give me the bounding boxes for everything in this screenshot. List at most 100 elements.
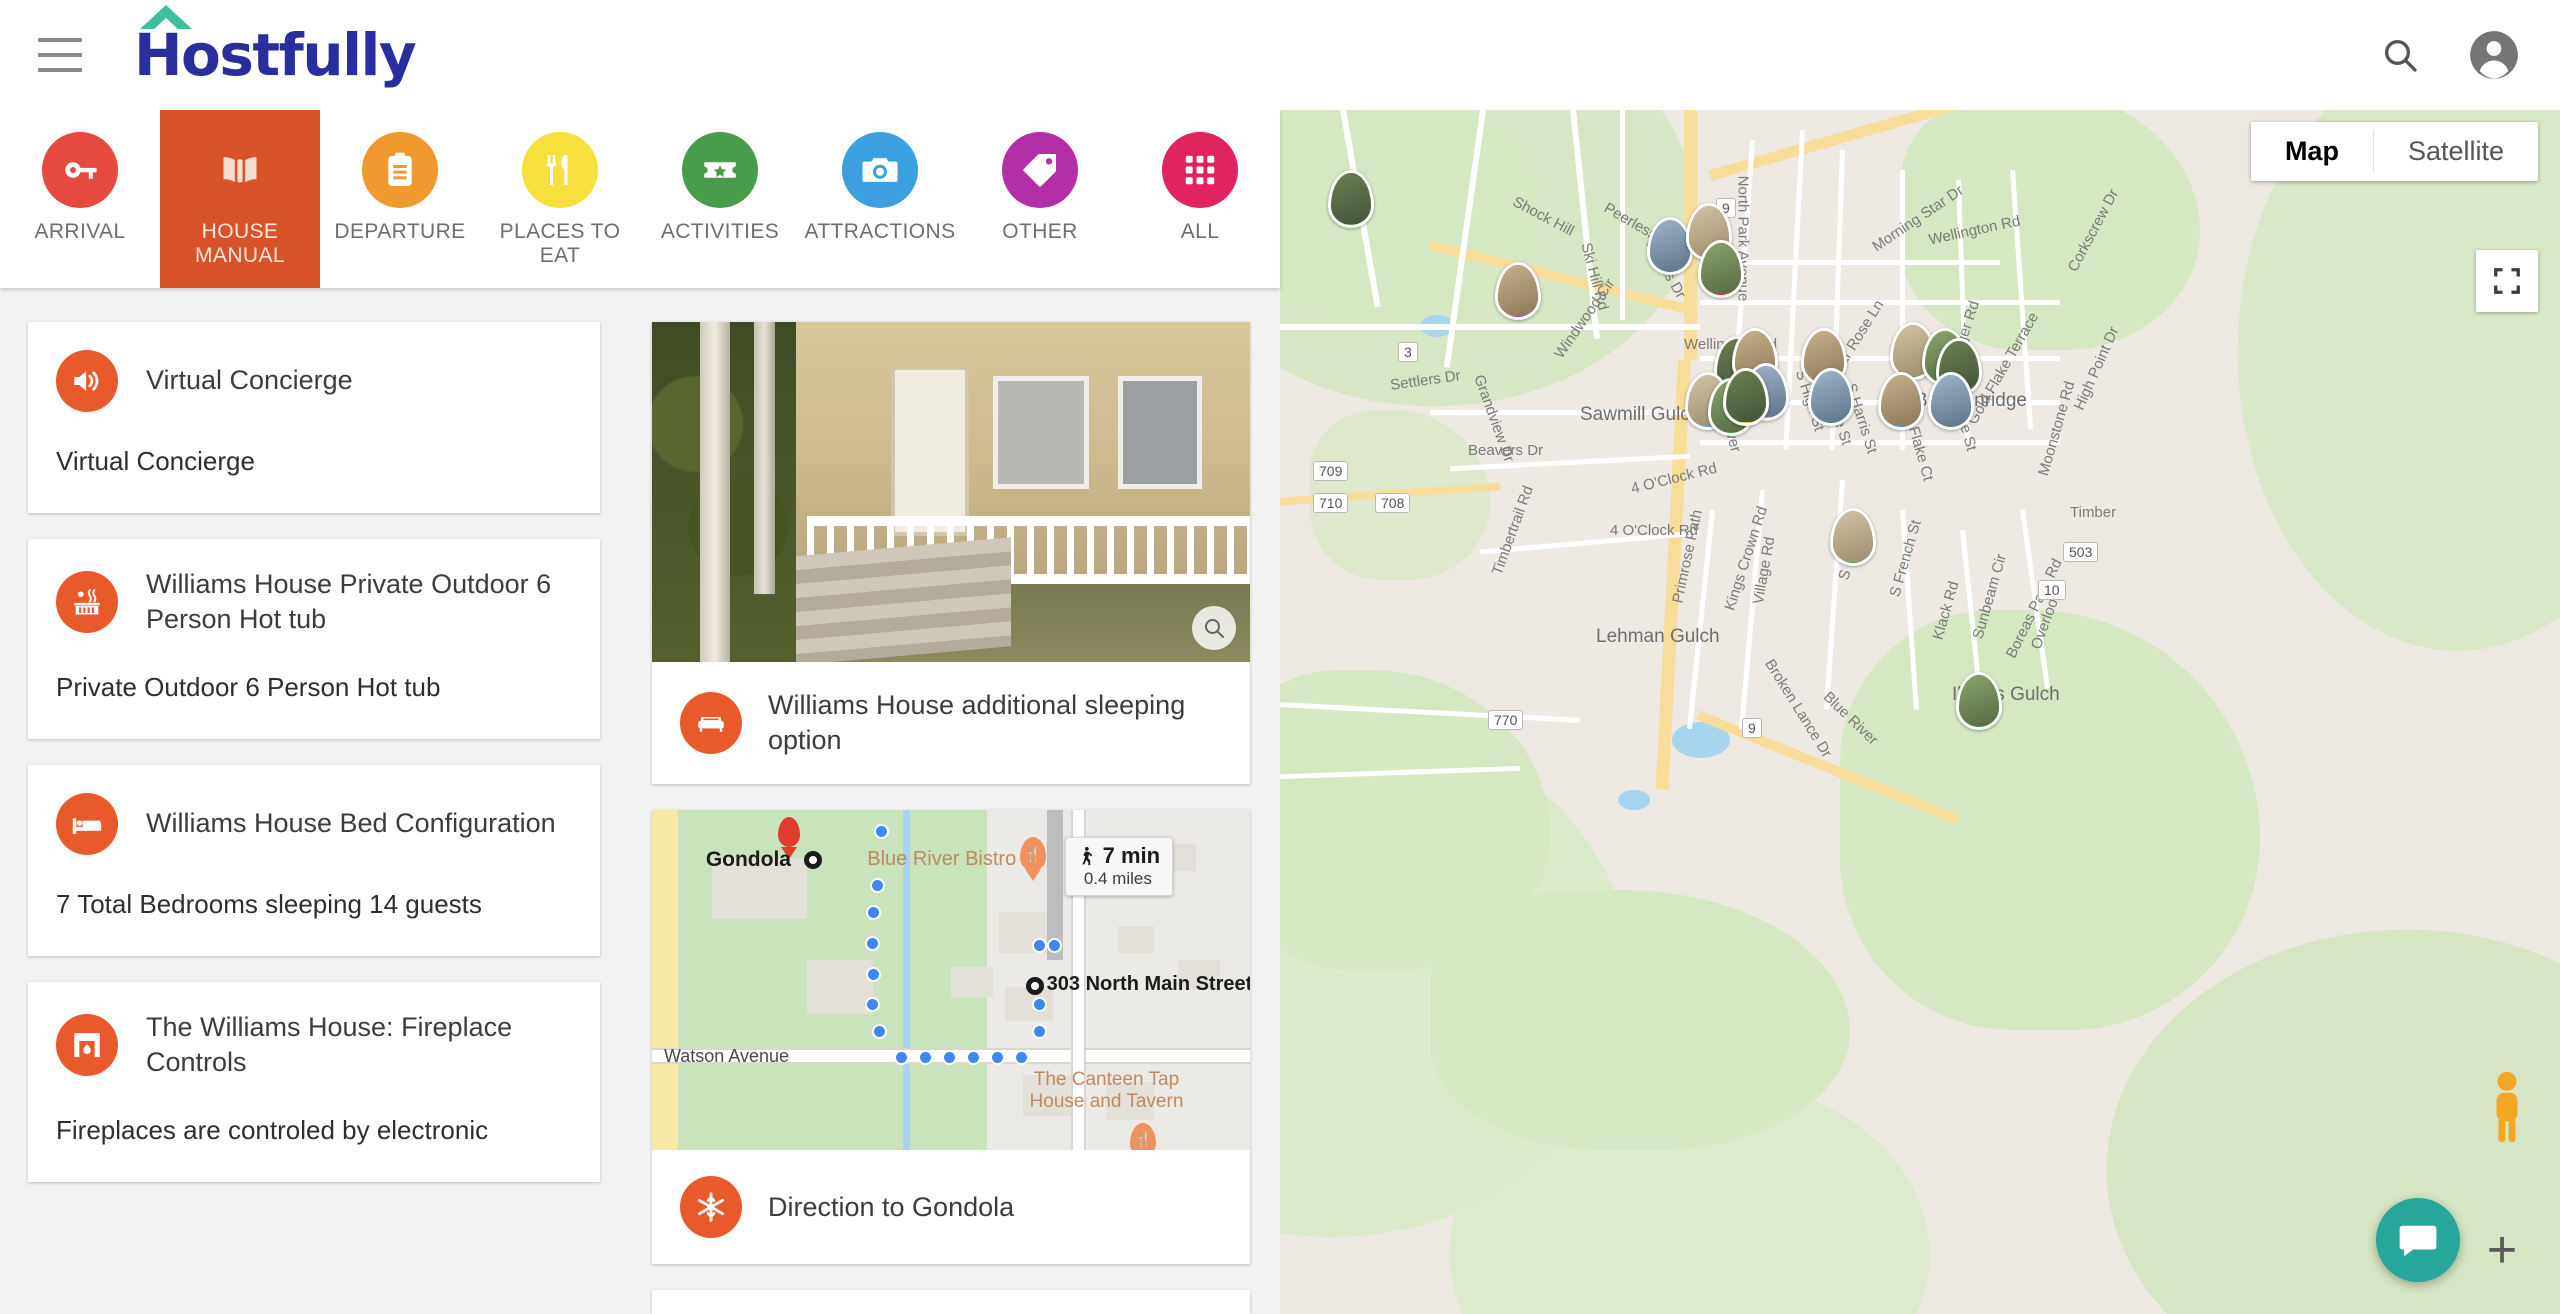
map-route-shield: 9 [1742, 718, 1762, 738]
ticket-star-icon [682, 132, 758, 208]
mid-card-column: Williams House additional sleeping optio… [630, 306, 1280, 1314]
map-place-marker[interactable] [1723, 368, 1769, 426]
marker-thumbnail [1881, 375, 1921, 427]
poi-label-canteen-tap: The Canteen Tap House and Tavern [1029, 1068, 1184, 1113]
tab-other[interactable]: Other [960, 110, 1120, 288]
grid-icon [1162, 132, 1238, 208]
porch-photo[interactable] [652, 322, 1250, 662]
map-place-marker[interactable] [1808, 368, 1854, 426]
map-type-map-button[interactable]: Map [2251, 122, 2373, 181]
card-hot-tub[interactable]: Williams House Private Outdoor 6 Person … [28, 538, 600, 739]
marker-thumbnail [1701, 243, 1741, 295]
marker-thumbnail [1931, 375, 1971, 427]
tab-departure[interactable]: Departure [320, 110, 480, 288]
map-route-shield: 770 [1488, 710, 1524, 730]
destination-target-icon [1025, 976, 1044, 995]
marker-thumbnail [1650, 220, 1690, 272]
fullscreen-icon[interactable] [2476, 250, 2538, 312]
map-route-shield: 3 [1398, 342, 1418, 362]
route-duration-callout: 7 min 0.4 miles [1064, 837, 1174, 897]
tab-departure-label: Departure [334, 220, 466, 243]
marker-thumbnail [1331, 173, 1371, 225]
map-type-satellite-button[interactable]: Satellite [2374, 122, 2538, 181]
sofa-icon [680, 692, 742, 755]
map-place-marker[interactable] [1698, 240, 1744, 298]
destination-label: 303 North Main Street [1046, 973, 1250, 996]
content-area: Virtual Concierge Virtual Concierge Will… [0, 288, 1280, 1314]
tab-attractions[interactable]: Attractions [800, 110, 960, 288]
photo-zoom-icon[interactable] [1192, 606, 1236, 650]
card-virtual-concierge[interactable]: Virtual Concierge Virtual Concierge [28, 322, 600, 513]
street-view-pegman-icon[interactable] [2484, 1070, 2530, 1146]
app-header: Hostfully [0, 0, 2560, 110]
search-icon[interactable] [2378, 33, 2422, 77]
photo-caption-text: Direction to Gondola [768, 1191, 1015, 1222]
category-tabbar: Arrival House Manual Departure [0, 110, 1280, 288]
card-title: Williams House Bed Configuration [146, 808, 556, 839]
property-map[interactable]: Shock HillPeerless DrSki Hill RdWoods Dr… [1280, 110, 2560, 1314]
book-icon [202, 132, 278, 208]
tab-arrival[interactable]: Arrival [0, 110, 160, 288]
gondola-origin-label: Gondola [705, 847, 791, 871]
hostfully-logo[interactable]: Hostfully [134, 5, 417, 89]
map-place-marker[interactable] [1878, 372, 1924, 430]
marker-thumbnail [1726, 371, 1766, 423]
poi-label-blue-river-bistro: Blue River Bistro [867, 847, 1017, 870]
tab-all[interactable]: All [1120, 110, 1280, 288]
tab-house-manual[interactable]: House Manual [160, 110, 320, 288]
map-place-marker[interactable] [1830, 508, 1876, 566]
card-bed-configuration[interactable]: Williams House Bed Configuration 7 Total… [28, 764, 600, 956]
tab-places-to-eat-label: Places to Eat [499, 220, 621, 267]
left-card-column: Virtual Concierge Virtual Concierge Will… [0, 306, 630, 1314]
map-place-marker[interactable] [1647, 217, 1693, 275]
card-title: Williams House Private Outdoor 6 Person … [146, 568, 552, 635]
card-body: 7 Total Bedrooms sleeping 14 guests [56, 888, 482, 919]
bed-icon [56, 792, 118, 855]
card-body: Fireplaces are controled by electronic [56, 1114, 489, 1145]
marker-thumbnail [1811, 371, 1851, 423]
gondola-route-minimap[interactable]: Gondola 303 North Main Street 🍴 Blue Riv… [652, 810, 1250, 1151]
map-label: Timber [2070, 504, 2117, 521]
key-icon [42, 132, 118, 208]
card-body: Private Outdoor 6 Person Hot tub [56, 672, 441, 703]
tab-activities[interactable]: Activities [640, 110, 800, 288]
map-zoom-in-button[interactable]: + [2474, 1222, 2530, 1278]
card-direction-to-gondola[interactable]: Gondola 303 North Main Street 🍴 Blue Riv… [652, 810, 1250, 1265]
camera-icon [842, 132, 918, 208]
speaker-icon [56, 350, 118, 412]
map-label: Lehman Gulch [1596, 626, 1720, 647]
card-next-partial[interactable] [652, 1290, 1250, 1314]
route-duration: 7 min [1102, 843, 1161, 869]
clipboard-icon [362, 132, 438, 208]
tab-other-label: Other [1002, 220, 1078, 243]
map-route-shield: 709 [1313, 461, 1349, 481]
map-type-control[interactable]: Map Satellite [2250, 122, 2538, 181]
photo-caption-text: Williams House additional sleeping optio… [768, 690, 1186, 756]
hamburger-icon[interactable] [38, 38, 82, 72]
restaurant-poi-icon: 🍴 [1019, 837, 1046, 872]
account-circle-icon[interactable] [2468, 29, 2520, 81]
map-place-marker[interactable] [1495, 262, 1541, 320]
card-title: Virtual Concierge [146, 365, 353, 396]
logo-roof-icon [140, 5, 192, 32]
map-place-marker[interactable] [1328, 170, 1374, 228]
map-route-shield: 503 [2063, 542, 2099, 562]
cutlery-icon [522, 132, 598, 208]
map-place-marker[interactable] [1956, 672, 2002, 730]
marker-thumbnail [1498, 265, 1538, 317]
map-place-marker[interactable] [1928, 372, 1974, 430]
map-label: Sawmill Gulch [1580, 404, 1701, 425]
marker-thumbnail [1833, 511, 1873, 563]
route-distance: 0.4 miles [1083, 869, 1152, 889]
map-label: Beavers Dr [1468, 442, 1544, 459]
chat-bubble-icon[interactable] [2376, 1198, 2460, 1282]
card-body: Virtual Concierge [56, 446, 255, 476]
card-title: The Williams House: Fireplace Controls [146, 1011, 513, 1078]
hottub-icon [56, 571, 118, 634]
gondola-pin-icon [777, 816, 800, 847]
card-fireplace-controls[interactable]: The Williams House: Fireplace Controls F… [28, 981, 600, 1182]
map-route-shield: 710 [1313, 493, 1349, 513]
card-sleeping-option[interactable]: Williams House additional sleeping optio… [652, 322, 1250, 785]
tab-places-to-eat[interactable]: Places to Eat [480, 110, 640, 288]
snowflake-icon [680, 1176, 742, 1239]
